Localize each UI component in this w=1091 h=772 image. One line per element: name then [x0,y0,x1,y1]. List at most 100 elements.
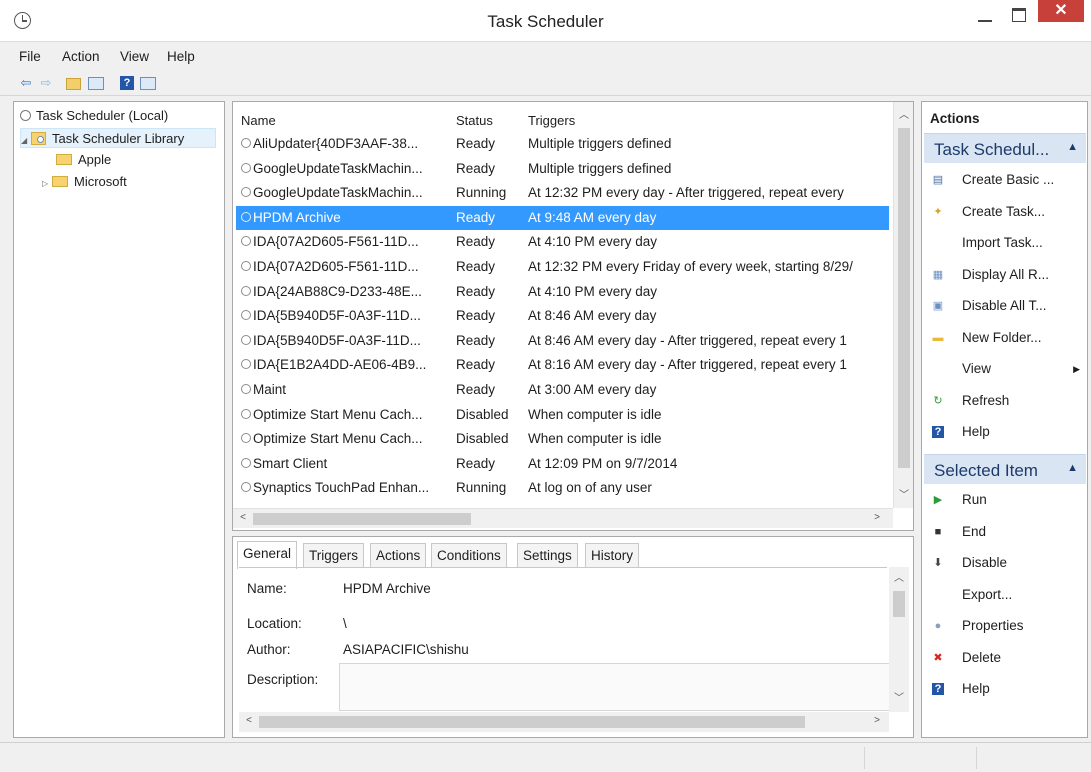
menu-action[interactable]: Action [62,49,100,64]
up-folder-icon[interactable] [66,78,81,90]
close-button[interactable]: ✕ [1038,0,1084,22]
action-end[interactable]: ■ End [924,518,1084,546]
task-row[interactable]: IDA{5B940D5F-0A3F-11D... Ready At 8:46 AM … [236,329,889,353]
action-label: Display All R... [962,266,1050,282]
scroll-left-arrow-icon[interactable]: < [235,512,251,523]
column-header-name[interactable]: Name [241,113,276,128]
action-run[interactable]: ▶ Run [924,486,1084,514]
menu-file[interactable]: File [19,49,41,64]
back-arrow-icon[interactable]: ⇦ [18,75,34,91]
task-status: Running [456,480,507,496]
action-disable[interactable]: ⬇ Disable [924,549,1084,577]
run-icon: ▶ [933,494,943,506]
task-triggers: Multiple triggers defined [528,136,672,151]
tab-general[interactable]: General [237,541,298,569]
task-list-horizontal-scrollbar[interactable]: < > [233,508,893,528]
action-label: View [962,361,992,376]
scrollbar-thumb[interactable] [253,513,471,525]
scroll-down-arrow-icon[interactable]: ﹀ [891,689,907,704]
name-value[interactable]: HPDM Archive [343,581,431,596]
task-row[interactable]: IDA{07A2D605-F561-11D... Ready At 12:32 PM… [236,255,889,279]
scroll-down-arrow-icon[interactable]: ﹀ [896,486,912,501]
show-hide-action-pane-icon[interactable] [140,77,156,90]
column-header-triggers[interactable]: Triggers [528,113,575,128]
task-row[interactable]: Optimize Start Menu Cach... Disabled When … [236,403,889,427]
column-header-status[interactable]: Status [456,113,493,128]
action-new-folder[interactable]: ▬ New Folder... [924,324,1084,352]
task-row[interactable]: Smart Client Ready At 12:09 PM on 9/7/2014 [236,452,889,476]
scrollbar-thumb[interactable] [893,591,905,617]
task-row[interactable]: IDA{07A2D605-F561-11D... Ready At 4:10 PM … [236,230,889,254]
author-value[interactable]: ASIAPACIFIC\shishu [343,642,469,657]
task-name-cell: IDA{07A2D605-F561-11D... [241,230,454,254]
action-refresh[interactable]: ↻ Refresh [924,387,1084,415]
section-header-selected-item[interactable]: Selected Item ▲ [924,454,1086,484]
tab-conditions[interactable]: Conditions [431,543,507,568]
maximize-button[interactable] [1004,0,1034,30]
action-label: Help [962,681,990,696]
action-import-task[interactable]: Import Task... [924,229,1084,257]
task-list-vertical-scrollbar[interactable]: ︿ ﹀ [893,102,913,508]
task-row[interactable]: IDA{E1B2A4DD-AE06-4B9... Ready At 8:16 AM … [236,353,889,377]
scrollbar-thumb[interactable] [898,128,910,468]
task-name-cell: Smart Client [241,452,454,476]
task-name-cell: GoogleUpdateTaskMachin... [241,181,454,205]
folder-icon: ▬ [932,331,944,344]
task-row[interactable]: GoogleUpdateTaskMachin... Running At 12:32… [236,181,889,205]
collapse-arrow-icon[interactable]: ◢ [21,131,31,151]
action-help[interactable]: ? Help [924,675,1084,703]
task-status: Ready [456,209,496,225]
section-header-task-scheduler[interactable]: Task Schedul... ▲ [924,133,1086,163]
tree-item-task-scheduler-local[interactable]: Task Scheduler (Local) [20,106,168,126]
show-hide-console-tree-icon[interactable] [88,77,104,90]
status-bar [0,742,1091,772]
minimize-button[interactable] [972,0,1000,30]
task-row[interactable]: IDA{5B940D5F-0A3F-11D... Ready At 8:46 AM … [236,304,889,328]
action-disable-all-t[interactable]: ▣ Disable All T... [924,292,1084,320]
tab-triggers[interactable]: Triggers [303,543,365,568]
action-create-task[interactable]: ✦ Create Task... [924,198,1084,226]
task-row[interactable]: AliUpdater{40DF3AAF-38... Ready Multiple t… [236,132,889,156]
action-properties[interactable]: ● Properties [924,612,1084,640]
task-row[interactable]: IDA{24AB88C9-D233-48E... Ready At 4:10 PM … [236,280,889,304]
menu-help[interactable]: Help [167,49,195,64]
tree-item-apple[interactable]: Apple [56,150,111,170]
scroll-right-arrow-icon[interactable]: > [869,512,885,523]
expand-arrow-icon[interactable]: ▷ [42,174,52,194]
menu-view[interactable]: View [120,49,149,64]
details-vertical-scrollbar[interactable]: ︿ ﹀ [889,567,909,712]
description-field[interactable] [339,663,891,711]
scroll-up-arrow-icon[interactable]: ︿ [896,106,912,121]
task-row[interactable]: HPDM Archive Ready At 9:48 AM every day [236,205,889,230]
details-horizontal-scrollbar[interactable]: < > [239,712,889,732]
action-help[interactable]: ? Help [924,418,1084,446]
action-create-basic[interactable]: ▤ Create Basic ... [924,166,1084,194]
tab-actions[interactable]: Actions [370,543,427,568]
task-clock-icon [241,433,251,444]
tree-item-microsoft[interactable]: ▷ Microsoft [42,172,127,192]
task-row[interactable]: Optimize Start Menu Cach... Disabled When … [236,427,889,451]
collapse-caret-icon[interactable]: ▲ [1067,141,1078,153]
scrollbar-thumb[interactable] [259,716,805,728]
action-export[interactable]: Export... [924,581,1084,609]
action-display-all-r[interactable]: ▦ Display All R... [924,261,1084,289]
task-status: Ready [456,283,496,299]
refresh-icon: ↻ [933,394,943,407]
description-label: Description: [247,672,319,687]
task-row[interactable]: Synaptics TouchPad Enhan... Running At log… [236,476,889,500]
forward-arrow-icon[interactable]: ⇨ [38,75,54,91]
action-delete[interactable]: ✖ Delete [924,644,1084,672]
action-view[interactable]: View ▶ [924,355,1084,383]
scroll-right-arrow-icon[interactable]: > [869,715,885,726]
scroll-left-arrow-icon[interactable]: < [241,715,257,726]
task-row[interactable]: Maint Ready At 3:00 AM every day [236,378,889,402]
tree-item-task-scheduler-library[interactable]: ◢ Task Scheduler Library [20,128,216,148]
tab-settings[interactable]: Settings [517,543,578,568]
scroll-up-arrow-icon[interactable]: ︿ [891,569,907,584]
location-value[interactable]: \ [343,616,347,631]
task-row[interactable]: GoogleUpdateTaskMachin... Ready Multiple t… [236,157,889,181]
tab-history[interactable]: History [585,543,640,568]
help-icon[interactable]: ? [120,76,134,90]
task-clock-icon [241,310,251,321]
collapse-caret-icon[interactable]: ▲ [1067,462,1078,474]
